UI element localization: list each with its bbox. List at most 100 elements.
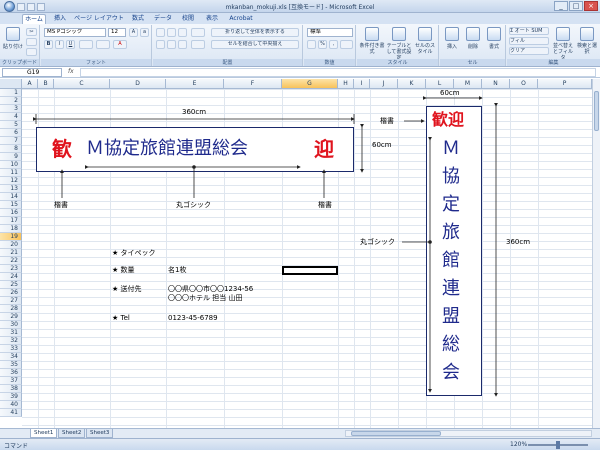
column-header-j[interactable]: J <box>370 79 398 89</box>
row-header[interactable]: 40 <box>0 401 22 409</box>
row-header[interactable]: 35 <box>0 361 22 369</box>
row-header[interactable]: 2 <box>0 97 22 105</box>
row-header[interactable]: 28 <box>0 305 22 313</box>
cut-icon[interactable]: ✂ <box>26 28 37 36</box>
close-button[interactable]: × <box>584 1 598 11</box>
tab-page-layout[interactable]: ページ レイアウト <box>74 14 124 24</box>
row-header[interactable]: 17 <box>0 217 22 225</box>
row-header[interactable]: 39 <box>0 393 22 401</box>
name-box[interactable]: G19 <box>2 68 62 77</box>
row-header[interactable]: 24 <box>0 273 22 281</box>
scroll-thumb[interactable] <box>594 91 599 131</box>
indent-icon[interactable] <box>191 40 205 49</box>
border-icon[interactable] <box>79 40 93 49</box>
align-bottom-icon[interactable] <box>178 28 187 37</box>
shrink-font-icon[interactable]: a <box>140 28 149 37</box>
comma-icon[interactable]: , <box>329 40 338 49</box>
tab-data[interactable]: データ <box>152 14 174 24</box>
sheet-tab-1[interactable]: Sheet1 <box>30 429 58 438</box>
decimal-icon[interactable] <box>340 40 353 49</box>
row-header[interactable]: 25 <box>0 281 22 289</box>
sort-filter-button[interactable]: 並べ替えとフィルタ <box>551 27 575 61</box>
row-header[interactable]: 26 <box>0 289 22 297</box>
row-header[interactable]: 11 <box>0 169 22 177</box>
grow-font-icon[interactable]: A <box>129 28 138 37</box>
row-header[interactable]: 4 <box>0 113 22 121</box>
maximize-button[interactable]: □ <box>569 1 583 11</box>
row-header[interactable]: 31 <box>0 329 22 337</box>
tab-formulas[interactable]: 数式 <box>128 14 148 24</box>
column-header-n[interactable]: N <box>482 79 510 89</box>
row-header[interactable]: 15 <box>0 201 22 209</box>
column-header-b[interactable]: B <box>38 79 54 89</box>
merge-center-button[interactable]: セルを結合して中央揃え <box>211 40 299 49</box>
insert-cells-button[interactable]: 挿入 <box>442 27 462 57</box>
font-size-select[interactable]: 12 <box>108 28 126 37</box>
font-color-icon[interactable]: A <box>113 40 127 49</box>
currency-icon[interactable] <box>307 40 316 49</box>
tab-insert[interactable]: 挿入 <box>50 14 70 24</box>
column-header-o[interactable]: O <box>510 79 538 89</box>
underline-button[interactable]: U <box>66 40 75 49</box>
bold-button[interactable]: B <box>44 40 53 49</box>
row-header[interactable]: 33 <box>0 345 22 353</box>
select-all-corner[interactable] <box>0 79 22 89</box>
column-header-p[interactable]: P <box>538 79 592 89</box>
row-header[interactable]: 21 <box>0 249 22 257</box>
align-left-icon[interactable] <box>156 40 165 49</box>
row-header[interactable]: 9 <box>0 153 22 161</box>
zoom-level[interactable]: 120% <box>510 441 527 448</box>
fill-color-icon[interactable] <box>96 40 110 49</box>
row-header[interactable]: 27 <box>0 297 22 305</box>
tab-home[interactable]: ホーム <box>22 14 46 24</box>
row-header[interactable]: 13 <box>0 185 22 193</box>
autosum-button[interactable]: Σ オート SUM <box>509 27 549 35</box>
row-header[interactable]: 12 <box>0 177 22 185</box>
row-header[interactable]: 7 <box>0 137 22 145</box>
row-header[interactable]: 32 <box>0 337 22 345</box>
row-header[interactable]: 29 <box>0 313 22 321</box>
zoom-slider-knob[interactable] <box>556 441 560 449</box>
vertical-scrollbar[interactable] <box>592 79 600 428</box>
row-header[interactable]: 30 <box>0 321 22 329</box>
align-middle-icon[interactable] <box>167 28 176 37</box>
format-painter-icon[interactable] <box>26 48 37 56</box>
horizontal-scrollbar[interactable] <box>345 430 592 437</box>
column-header-l[interactable]: L <box>426 79 454 89</box>
column-header-k[interactable]: K <box>398 79 426 89</box>
scroll-thumb[interactable] <box>351 431 441 436</box>
cell-styles-button[interactable]: セルのスタイル <box>413 27 437 57</box>
column-header-f[interactable]: F <box>224 79 282 89</box>
row-header[interactable]: 3 <box>0 105 22 113</box>
align-top-icon[interactable] <box>156 28 165 37</box>
row-header[interactable]: 20 <box>0 241 22 249</box>
align-right-icon[interactable] <box>178 40 187 49</box>
sheet-tab-2[interactable]: Sheet2 <box>58 429 86 438</box>
column-header-h[interactable]: H <box>338 79 354 89</box>
fill-button[interactable]: フィル <box>509 37 549 45</box>
row-header[interactable]: 37 <box>0 377 22 385</box>
column-header-i[interactable]: I <box>354 79 370 89</box>
italic-button[interactable]: I <box>55 40 64 49</box>
active-cell-g19[interactable] <box>282 266 338 275</box>
row-header[interactable]: 34 <box>0 353 22 361</box>
sheet-tab-3[interactable]: Sheet3 <box>86 429 114 438</box>
copy-icon[interactable] <box>26 38 37 46</box>
row-header[interactable]: 19 <box>0 233 22 241</box>
fx-icon[interactable]: fx <box>68 68 74 75</box>
row-header[interactable]: 14 <box>0 193 22 201</box>
column-header-c[interactable]: C <box>54 79 110 89</box>
column-header-m[interactable]: M <box>454 79 482 89</box>
column-header-e[interactable]: E <box>166 79 224 89</box>
font-name-select[interactable]: MS Pゴシック <box>44 28 106 37</box>
row-header[interactable]: 5 <box>0 121 22 129</box>
number-format-select[interactable]: 標準 <box>307 28 353 37</box>
row-header[interactable]: 41 <box>0 409 22 417</box>
row-header[interactable]: 22 <box>0 257 22 265</box>
format-as-table-button[interactable]: テーブルとして書式設定 <box>386 27 412 61</box>
format-cells-button[interactable]: 書式 <box>484 27 504 57</box>
tab-view[interactable]: 表示 <box>202 14 222 24</box>
clear-button[interactable]: クリア <box>509 47 549 55</box>
row-header[interactable]: 38 <box>0 385 22 393</box>
find-select-button[interactable]: 検索と選択 <box>575 27 599 57</box>
